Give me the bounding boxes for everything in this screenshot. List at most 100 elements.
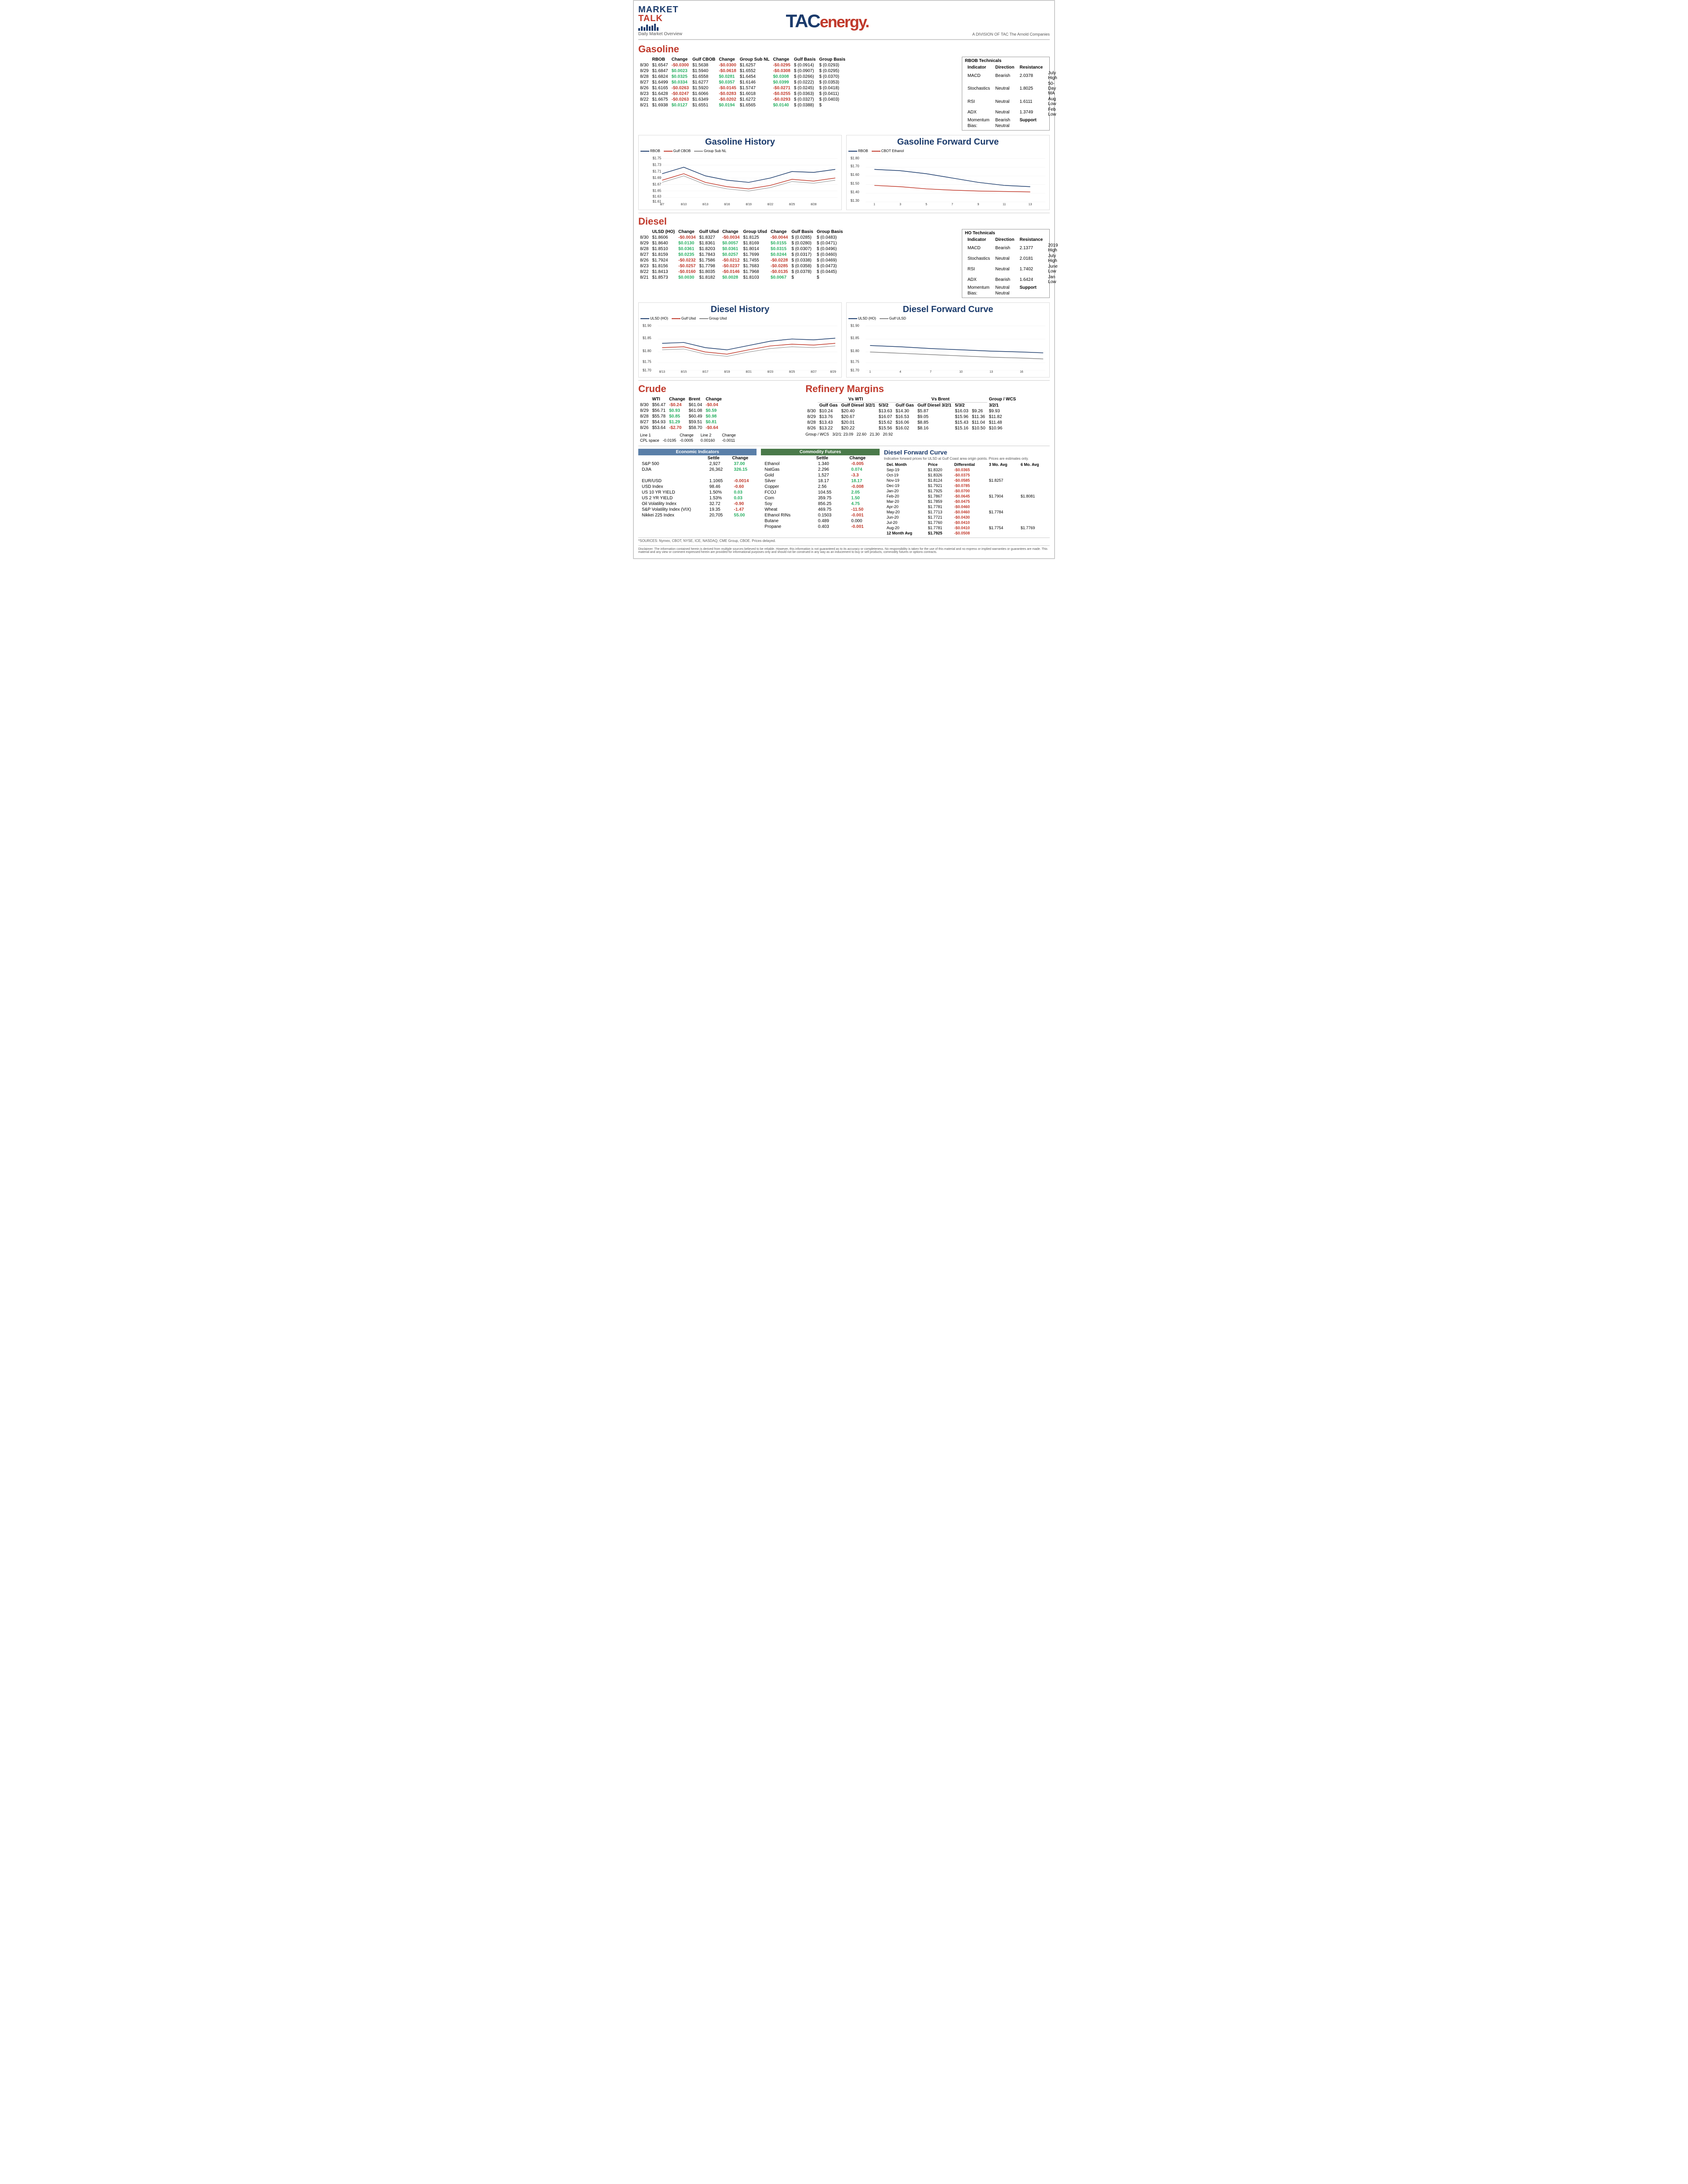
- svg-text:1: 1: [873, 203, 875, 206]
- diesel-forward-subtitle: Indicative forward prices for ULSD at Gu…: [884, 457, 1050, 461]
- table-row: S&P 5002,92737.00: [638, 461, 757, 467]
- svg-text:$1.50: $1.50: [851, 182, 859, 185]
- crude-section: Crude WTI Change Brent Change 8/30$56.47…: [638, 383, 801, 443]
- table-row: EUR/USD1.1065-0.0014: [638, 478, 757, 484]
- table-row: 8/30$10.24$20.40$13.63$14.30$5.87$16.03$…: [805, 408, 1018, 414]
- svg-text:$1.75: $1.75: [643, 360, 651, 363]
- svg-text:$1.69: $1.69: [653, 176, 662, 180]
- svg-text:$1.75: $1.75: [653, 156, 662, 160]
- svg-text:$1.67: $1.67: [653, 182, 662, 186]
- table-row: Jan-20$1.7925-$0.0700: [884, 488, 1050, 494]
- table-row: 8/30$1.6547-$0.0300$1.5638-$0.0300$1.625…: [638, 62, 847, 68]
- diesel-forward-chart-top: Diesel Forward Curve ULSD (HO) Gulf ULSD…: [846, 302, 1050, 378]
- table-row: DJIA26,362326.15: [638, 467, 757, 472]
- gasoline-forward-chart: Gasoline Forward Curve RBOB CBOT Ethanol…: [846, 135, 1050, 210]
- svg-text:$1.70: $1.70: [851, 368, 859, 372]
- refinery-table: Vs WTI Vs Brent Group / WCS Gulf Gas Gul…: [805, 396, 1018, 431]
- table-row: Jun-20$1.7721-$0.0430: [884, 515, 1050, 520]
- svg-text:$1.70: $1.70: [851, 164, 859, 168]
- tac-logo: TACenergy.: [682, 11, 972, 32]
- svg-text:$1.71: $1.71: [653, 169, 662, 173]
- table-row: 8/28$55.78$0.85$60.49$0.98: [638, 414, 724, 419]
- table-row: Apr-20$1.7781-$0.0460: [884, 504, 1050, 509]
- table-row: US 2 YR YIELD1.53%0.03: [638, 495, 757, 501]
- svg-text:$1.80: $1.80: [851, 156, 859, 160]
- diesel-technicals: HO Technicals IndicatorDirectionResistan…: [962, 229, 1050, 298]
- svg-text:8/21: 8/21: [746, 371, 752, 374]
- bars-icon: [638, 24, 658, 31]
- refinery-note: Group / WCS 3/2/1: 23.09 22.60 21.30 20.…: [805, 432, 1050, 436]
- table-row: Aug-20$1.7781-$0.0410$1.7754$1.7769: [884, 525, 1050, 531]
- table-row: 8/22$1.6675-$0.0263$1.6349-$0.0202$1.627…: [638, 97, 847, 102]
- table-row: Dec-19$1.7921-$0.0785: [884, 483, 1050, 488]
- svg-text:8/15: 8/15: [681, 371, 687, 374]
- table-row: 8/26$13.22$20.22$15.56$16.02$8.16$15.16$…: [805, 425, 1018, 431]
- table-row: 8/29$1.6847$0.0023$1.5940-$0.0618$1.6552…: [638, 68, 847, 74]
- table-row: Ethanol RINs0.1503-0.001: [761, 512, 879, 518]
- diesel-section: Diesel ULSD (HO) Change Gulf Ulsd Change…: [638, 216, 1050, 298]
- refinery-title: Refinery Margins: [805, 383, 1050, 395]
- table-row: 8/28$13.43$20.01$15.62$16.06$8.85$15.43$…: [805, 420, 1018, 425]
- table-row: NatGas2.2960.074: [761, 467, 879, 472]
- svg-text:8/19: 8/19: [724, 371, 730, 374]
- gasoline-title: Gasoline: [638, 44, 1050, 55]
- svg-text:13: 13: [990, 371, 993, 374]
- svg-text:8/23: 8/23: [768, 371, 774, 374]
- gasoline-forward-svg: $1.80 $1.70 $1.60 $1.50 $1.40 $1.30 1 3: [848, 154, 1048, 207]
- svg-text:3: 3: [899, 203, 901, 206]
- division-text: A DIVISION OF TAC The Arnold Companies: [972, 32, 1050, 36]
- svg-text:$1.85: $1.85: [643, 336, 651, 340]
- commodity-futures-wrapper: Commodity Futures SettleChange Ethanol1.…: [761, 449, 879, 536]
- svg-text:$1.85: $1.85: [851, 336, 859, 340]
- table-row: Jul-20$1.7760-$0.0410: [884, 520, 1050, 525]
- svg-text:8/27: 8/27: [811, 371, 817, 374]
- table-row: USD Index98.46-0.60: [638, 484, 757, 490]
- table-row: Soy856.254.75: [761, 501, 879, 507]
- svg-text:8/25: 8/25: [789, 371, 795, 374]
- gasoline-forward-legend: RBOB CBOT Ethanol: [848, 149, 1048, 153]
- diesel-forward-wrapper: Diesel Forward Curve Indicative forward …: [884, 449, 1050, 536]
- gasoline-charts-row: Gasoline History RBOB Gulf CBOB Group Su…: [638, 135, 1050, 210]
- gasoline-technicals-table: IndicatorDirectionResistance MACDBearish…: [965, 65, 1060, 129]
- diesel-charts-row: Diesel History ULSD (HO) Gulf Ulsd Group…: [638, 302, 1050, 378]
- diesel-forward-table: Del. Month Price Differential 3 Mo. Avg …: [884, 462, 1050, 536]
- svg-text:8/10: 8/10: [681, 203, 687, 206]
- diesel-history-chart: Diesel History ULSD (HO) Gulf Ulsd Group…: [638, 302, 842, 378]
- table-row: 8/22$1.8413-$0.0160$1.8035-$0.0146$1.796…: [638, 269, 844, 275]
- diesel-technicals-table: IndicatorDirectionResistance MACDBearish…: [965, 237, 1061, 296]
- commodity-table: SettleChange Ethanol1.340-0.005 NatGas2.…: [761, 455, 879, 530]
- gasoline-forward-title: Gasoline Forward Curve: [848, 137, 1048, 147]
- disclaimer: Disclaimer: The information contained he…: [638, 545, 1050, 554]
- table-row: 8/27$1.6499$0.0334$1.6277$0.0357$1.6146$…: [638, 80, 847, 85]
- diesel-forward-svg-top: $1.90 $1.85 $1.80 $1.75 $1.70 1 4 7 10 1…: [848, 321, 1048, 374]
- table-row: 8/26$1.6165-$0.0263$1.5920-$0.0145$1.574…: [638, 85, 847, 91]
- table-row: Gold1,527-3.3: [761, 472, 879, 478]
- gasoline-table: RBOB Change Gulf CBOB Change Group Sub N…: [638, 57, 847, 108]
- svg-text:8/19: 8/19: [746, 203, 752, 206]
- diesel-forward-title: Diesel Forward Curve: [884, 449, 1050, 456]
- cpl-table: Line 1ChangeLine 2Change CPL space-0.019…: [638, 432, 738, 443]
- diesel-history-title: Diesel History: [640, 305, 840, 315]
- svg-text:7: 7: [930, 371, 931, 374]
- page-header: MARKET TALK Daily Market Overview TACene…: [638, 5, 1050, 40]
- table-row: 8/28$1.6824$0.0325$1.6558$0.0281$1.6454$…: [638, 74, 847, 80]
- svg-text:7: 7: [951, 203, 953, 206]
- table-row: US 10 YR YIELD1.50%0.03: [638, 490, 757, 495]
- table-row: Feb-20$1.7867-$0.0645$1.7904$1.8081: [884, 494, 1050, 499]
- svg-text:$1.75: $1.75: [851, 360, 859, 363]
- diesel-forward-legend-top: ULSD (HO) Gulf ULSD: [848, 316, 1048, 320]
- gasoline-technicals: RBOB Technicals IndicatorDirectionResist…: [962, 57, 1050, 131]
- market-word: MARKET: [638, 5, 679, 14]
- table-row: S&P Volatility Index (VIX)19.35-1.47: [638, 507, 757, 512]
- svg-text:$1.70: $1.70: [643, 368, 651, 372]
- table-row: May-20$1.7713-$0.0460$1.7784: [884, 509, 1050, 515]
- table-row: 8/29$1.8640$0.0130$1.8361$0.0057$1.8169$…: [638, 240, 844, 246]
- diesel-forward-title-top: Diesel Forward Curve: [848, 305, 1048, 315]
- svg-text:8/13: 8/13: [659, 371, 666, 374]
- crude-table: WTI Change Brent Change 8/30$56.47-$0.24…: [638, 396, 724, 431]
- svg-text:8/29: 8/29: [830, 371, 837, 374]
- svg-text:$1.63: $1.63: [653, 194, 662, 198]
- table-row: Wheat469.75-11.50: [761, 507, 879, 512]
- table-row: 8/23$1.8156-$0.0257$1.7798-$0.0237$1.768…: [638, 263, 844, 269]
- diesel-history-legend: ULSD (HO) Gulf Ulsd Group Ulsd: [640, 316, 840, 320]
